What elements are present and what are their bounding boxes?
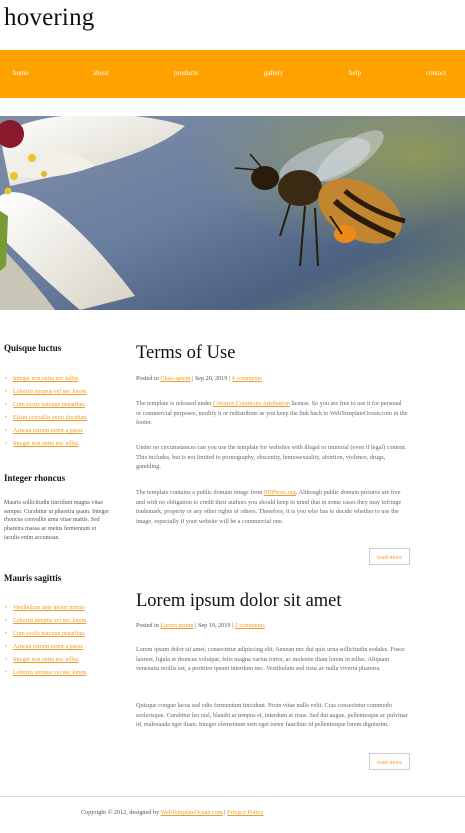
pdphoto-link[interactable]: PDPhoto.org (264, 489, 296, 496)
post-comments-link[interactable]: 2 comments (235, 622, 265, 629)
post-category-link[interactable]: Lorem ipsum (160, 622, 193, 629)
sidebar-link[interactable]: Integer non enim nec tellus (13, 376, 78, 382)
read-more-button[interactable]: read more (369, 753, 410, 770)
list-item: Cum sociis natoque penatibus (4, 630, 86, 643)
post-date: Sep 19, 2019 (197, 622, 231, 629)
post-paragraph: Lorem ipsum dolor sit amet, consectetur … (136, 646, 405, 672)
text: The template contains a public domain im… (136, 489, 264, 496)
footer-designer-link[interactable]: WebTemplateOcean.com (161, 809, 223, 816)
list-item: Lobortis tempus vel nec lorem (4, 388, 87, 401)
hero-image (0, 116, 465, 310)
sidebar-link[interactable]: Lobortis tempus vel nec lorem (13, 618, 86, 624)
main-nav: home about products gallery help contact (0, 50, 465, 98)
footer-privacy-link[interactable]: Privacy Policy (227, 809, 263, 816)
list-item: Integer non enim nec tellus (4, 375, 87, 388)
post-meta: Posted in Class aptent | Sep 20, 2019 | … (136, 375, 262, 382)
list-item: Aenean rutrum tortor a purus (4, 427, 87, 440)
post-category-link[interactable]: Class aptent (160, 375, 190, 382)
nav-gallery[interactable]: gallery (264, 69, 283, 77)
post-paragraph: Quisque congue lacus sed odio fermentum … (136, 702, 408, 728)
footer-copyright: Copyright © 2012, designed by (81, 809, 161, 816)
post-title[interactable]: Lorem ipsum dolor sit amet (136, 591, 342, 612)
sidebar-list-2: Vestibulum ante ipsum primis Lobortis te… (4, 604, 86, 682)
sidebar-link[interactable]: Vestibulum ante ipsum primis (13, 605, 85, 611)
post-date: Sep 20, 2019 (194, 375, 228, 382)
meta-prefix: Posted in (136, 622, 159, 629)
meta-prefix: Posted in (136, 375, 159, 382)
read-more-button[interactable]: read more (369, 548, 410, 565)
nav-help[interactable]: help (349, 69, 361, 77)
post-paragraph: The template contains a public domain im… (136, 488, 408, 526)
post-comments-link[interactable]: 4 comments (232, 375, 262, 382)
bee-flower-illustration (0, 116, 465, 310)
list-item: Vestibulum ante ipsum primis (4, 604, 86, 617)
post-title[interactable]: Terms of Use (136, 343, 235, 364)
list-item: Lobortis tempus vel nec lorem (4, 669, 86, 682)
sidebar-link[interactable]: Integer non enim nec tellus (13, 657, 78, 663)
list-item: Integer non enim nec tellus (4, 440, 87, 453)
post-meta: Posted in Lorem ipsum | Sep 19, 2019 | 2… (136, 622, 265, 629)
nav-about[interactable]: about (93, 69, 109, 77)
nav-contact[interactable]: contact (426, 69, 446, 77)
nav-home[interactable]: home (13, 69, 29, 77)
list-item: Cum sociis natoque penatibus (4, 401, 87, 414)
sidebar-link[interactable]: Integer non enim nec tellus (13, 441, 78, 447)
list-item: Integer non enim nec tellus (4, 656, 86, 669)
site-title[interactable]: hovering (4, 4, 94, 32)
sidebar-heading-quisque: Quisque luctus (4, 343, 62, 353)
nav-products[interactable]: products (174, 69, 198, 77)
sidebar-heading-mauris: Mauris sagittis (4, 573, 62, 583)
sidebar-paragraph: Mauris sollicitudin tincidunt magna vita… (4, 500, 110, 541)
sidebar-heading-integer: Integer rhoncus (4, 473, 66, 483)
footer-divider (0, 796, 465, 797)
list-item: Lobortis tempus vel nec lorem (4, 617, 86, 630)
sidebar-link[interactable]: Aenean rutrum tortor a purus (13, 644, 83, 650)
sidebar-link[interactable]: Lobortis tempus vel nec lorem (13, 389, 86, 395)
sidebar-link[interactable]: Etiam convallis enim tincidunt (13, 415, 87, 421)
post-paragraph: The template is released under Creative … (136, 399, 408, 428)
text: The template is released under (136, 400, 214, 407)
post-paragraph: Under no circumstances can you use the t… (136, 444, 407, 470)
list-item: Etiam convallis enim tincidunt (4, 414, 87, 427)
sidebar-link[interactable]: Cum sociis natoque penatibus (13, 631, 85, 637)
footer: Copyright © 2012, designed by WebTemplat… (81, 809, 263, 816)
license-link[interactable]: Creative Commons Attribution (213, 400, 290, 407)
sidebar-link[interactable]: Lobortis tempus vel nec lorem (13, 670, 86, 676)
sidebar-list-1: Integer non enim nec tellus Lobortis tem… (4, 375, 87, 453)
sidebar-link[interactable]: Cum sociis natoque penatibus (13, 402, 85, 408)
sidebar-link[interactable]: Aenean rutrum tortor a purus (13, 428, 83, 434)
list-item: Aenean rutrum tortor a purus (4, 643, 86, 656)
